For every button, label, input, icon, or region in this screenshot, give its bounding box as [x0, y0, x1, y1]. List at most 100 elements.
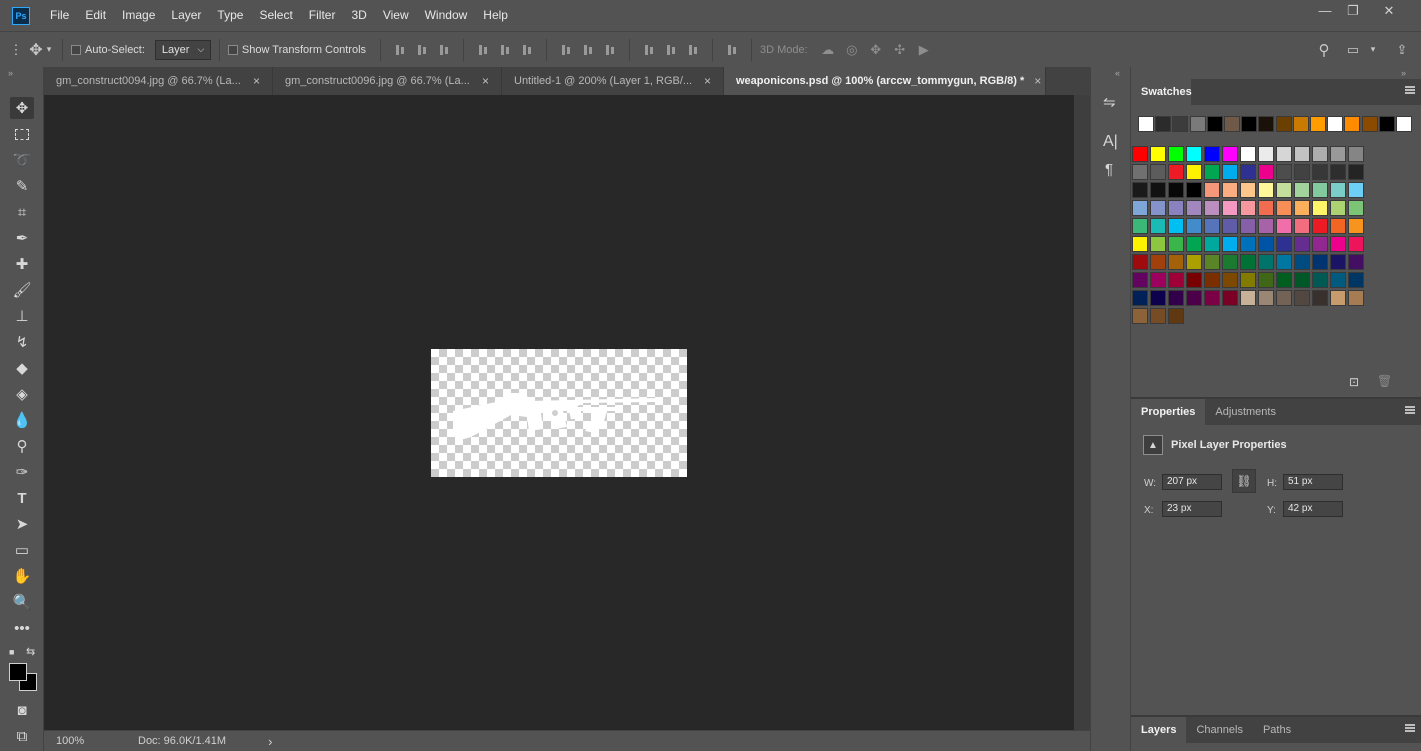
color-swatch[interactable]	[1348, 290, 1364, 306]
menu-window[interactable]: Window	[417, 0, 476, 31]
color-swatch[interactable]	[1150, 254, 1166, 270]
color-swatch[interactable]	[1204, 200, 1220, 216]
color-swatch[interactable]	[1276, 272, 1292, 288]
color-swatch[interactable]	[1312, 146, 1328, 162]
color-swatch[interactable]	[1258, 218, 1274, 234]
align-left-icon[interactable]	[477, 43, 489, 57]
menu-help[interactable]: Help	[475, 0, 516, 31]
color-swatch[interactable]	[1150, 236, 1166, 252]
zoom-tool-icon[interactable]: 🔍	[10, 591, 34, 613]
recent-swatch[interactable]	[1275, 116, 1292, 132]
collapse-arrows-icon[interactable]: »	[8, 68, 13, 78]
blur-tool-icon[interactable]: 💧	[10, 409, 34, 431]
color-swatch[interactable]	[1258, 182, 1274, 198]
close-icon[interactable]: ×	[482, 74, 489, 88]
color-swatch[interactable]	[1276, 200, 1292, 216]
trash-icon[interactable]: 🗑	[1377, 374, 1392, 388]
tab-weaponicons[interactable]: weaponicons.psd @ 100% (arccw_tommygun, …	[724, 67, 1046, 95]
color-swatch[interactable]	[1294, 218, 1310, 234]
color-swatch[interactable]	[1240, 218, 1256, 234]
color-swatch[interactable]	[1276, 182, 1292, 198]
color-swatch[interactable]	[1222, 200, 1238, 216]
move-tool-icon[interactable]: ✥	[10, 97, 34, 119]
align-right-icon[interactable]	[521, 43, 533, 57]
search-icon[interactable]: ⚲	[1316, 42, 1332, 59]
canvas-area[interactable]	[44, 95, 1074, 730]
color-swatch[interactable]	[1204, 290, 1220, 306]
quick-mask-icon[interactable]: ◙	[10, 699, 34, 721]
color-swatch[interactable]	[1348, 272, 1364, 288]
menu-view[interactable]: View	[375, 0, 417, 31]
color-swatch[interactable]	[1330, 182, 1346, 198]
recent-swatch[interactable]	[1344, 116, 1361, 132]
color-swatch[interactable]	[1150, 182, 1166, 198]
tab-untitled-1[interactable]: Untitled-1 @ 200% (Layer 1, RGB/... ×	[502, 67, 724, 95]
color-swatch[interactable]	[1240, 164, 1256, 180]
color-swatch[interactable]	[1132, 254, 1148, 270]
align-vertical-center-icon[interactable]	[416, 43, 428, 57]
history-brush-tool-icon[interactable]: ↯	[10, 331, 34, 353]
menu-3d[interactable]: 3D	[343, 0, 374, 31]
color-swatch[interactable]	[1150, 218, 1166, 234]
color-swatch[interactable]	[1348, 146, 1364, 162]
color-swatch[interactable]	[1258, 146, 1274, 162]
color-swatch[interactable]	[1312, 272, 1328, 288]
x-field[interactable]: 23 px	[1162, 501, 1222, 517]
width-field[interactable]: 207 px	[1162, 474, 1222, 490]
color-swatch[interactable]	[1294, 290, 1310, 306]
color-swatch[interactable]	[1132, 272, 1148, 288]
document-canvas[interactable]	[431, 349, 687, 477]
color-swatch[interactable]	[1240, 182, 1256, 198]
color-swatch[interactable]	[1222, 290, 1238, 306]
color-swatch[interactable]	[1276, 254, 1292, 270]
height-field[interactable]: 51 px	[1283, 474, 1343, 490]
more-tools-icon[interactable]: •••	[10, 617, 34, 639]
link-icon[interactable]: ⛓	[1232, 469, 1256, 493]
color-swatch[interactable]	[1168, 164, 1184, 180]
color-swatch[interactable]	[1222, 254, 1238, 270]
recent-swatch[interactable]	[1138, 116, 1154, 132]
panel-menu-icon[interactable]	[1405, 86, 1415, 94]
color-swatch[interactable]	[1330, 254, 1346, 270]
vertical-scrollbar[interactable]	[1074, 95, 1090, 730]
tab-adjustments[interactable]: Adjustments	[1205, 399, 1286, 425]
color-swatch[interactable]	[1222, 272, 1238, 288]
recent-swatch[interactable]	[1224, 116, 1240, 132]
color-swatch[interactable]	[1186, 182, 1202, 198]
distribute-bottom-icon[interactable]	[604, 43, 616, 57]
align-horizontal-center-icon[interactable]	[499, 43, 511, 57]
distribute-right-icon[interactable]	[687, 43, 699, 57]
recent-swatch[interactable]	[1206, 116, 1223, 132]
menu-type[interactable]: Type	[209, 0, 251, 31]
color-swatch[interactable]	[1294, 254, 1310, 270]
color-swatch[interactable]	[1240, 272, 1256, 288]
close-icon[interactable]: ×	[1034, 74, 1041, 88]
color-swatch[interactable]	[1276, 164, 1292, 180]
zoom-level[interactable]: 100%	[56, 735, 116, 747]
color-swatch[interactable]	[1150, 164, 1166, 180]
color-swatch[interactable]	[1150, 200, 1166, 216]
color-swatch[interactable]	[1132, 200, 1148, 216]
color-swatch[interactable]	[1150, 272, 1166, 288]
marquee-tool-icon[interactable]	[10, 123, 34, 145]
color-swatch[interactable]	[1294, 182, 1310, 198]
color-swatch[interactable]	[1294, 164, 1310, 180]
recent-swatch[interactable]	[1361, 116, 1378, 132]
color-swatch[interactable]	[1240, 200, 1256, 216]
color-swatch[interactable]	[1168, 200, 1184, 216]
color-swatch[interactable]	[1276, 218, 1292, 234]
color-swatch[interactable]	[1240, 254, 1256, 270]
color-swatch[interactable]	[1276, 146, 1292, 162]
recent-swatch[interactable]	[1310, 116, 1326, 132]
color-swatch[interactable]	[1132, 182, 1148, 198]
menu-file[interactable]: File	[42, 0, 77, 31]
auto-align-layers-icon[interactable]	[726, 43, 738, 57]
distribute-vertical-center-icon[interactable]	[582, 43, 594, 57]
dodge-tool-icon[interactable]: ⚲	[10, 435, 34, 457]
color-swatch[interactable]	[1168, 182, 1184, 198]
chevron-down-icon[interactable]: ▾	[1365, 42, 1381, 58]
recent-swatch[interactable]	[1155, 116, 1172, 132]
history-panel-icon[interactable]: ⇋	[1103, 93, 1116, 111]
tab-properties[interactable]: Properties	[1131, 399, 1206, 425]
color-swatch[interactable]	[1294, 236, 1310, 252]
